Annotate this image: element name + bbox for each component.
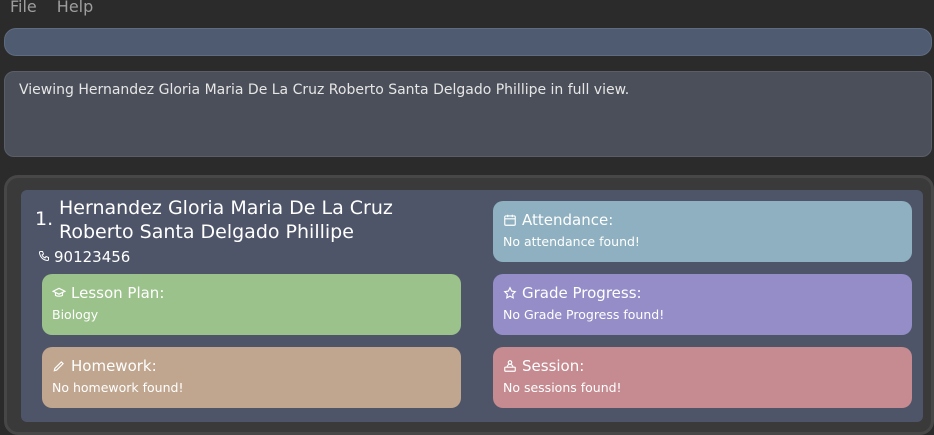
grade-progress-title: Grade Progress: bbox=[522, 284, 642, 302]
student-list-panel: 1. Hernandez Gloria Maria De La Cruz Rob… bbox=[4, 175, 934, 435]
lesson-plan-value: Biology bbox=[52, 307, 99, 322]
homework-tile: Homework: No homework found! bbox=[42, 347, 461, 408]
student-name: Hernandez Gloria Maria De La Cruz Robert… bbox=[59, 197, 393, 243]
phone-row: 90123456 bbox=[38, 248, 130, 266]
menu-bar: File Help bbox=[0, 0, 934, 18]
menu-file[interactable]: File bbox=[0, 0, 47, 16]
pencil-icon bbox=[52, 359, 66, 373]
phone-icon bbox=[38, 250, 50, 265]
menu-help[interactable]: Help bbox=[47, 0, 103, 16]
homework-value: No homework found! bbox=[52, 380, 184, 395]
attendance-title: Attendance: bbox=[522, 211, 614, 229]
result-text: Viewing Hernandez Gloria Maria De La Cru… bbox=[19, 82, 630, 98]
homework-title: Homework: bbox=[71, 357, 157, 375]
session-value: No sessions found! bbox=[503, 380, 622, 395]
attendance-value: No attendance found! bbox=[503, 234, 640, 249]
phone-number: 90123456 bbox=[54, 248, 131, 266]
grade-progress-value: No Grade Progress found! bbox=[503, 307, 665, 322]
calendar-icon bbox=[503, 213, 517, 227]
student-index: 1. bbox=[35, 208, 54, 230]
command-input[interactable] bbox=[4, 28, 932, 56]
student-card[interactable]: 1. Hernandez Gloria Maria De La Cruz Rob… bbox=[21, 190, 923, 422]
grade-progress-tile: Grade Progress: No Grade Progress found! bbox=[493, 274, 912, 335]
lesson-plan-title: Lesson Plan: bbox=[71, 284, 165, 302]
lesson-plan-tile: Lesson Plan: Biology bbox=[42, 274, 461, 335]
graduation-cap-icon bbox=[52, 286, 66, 300]
result-display: Viewing Hernandez Gloria Maria De La Cru… bbox=[4, 71, 932, 157]
session-tile: Session: No sessions found! bbox=[493, 347, 912, 408]
attendance-tile: Attendance: No attendance found! bbox=[493, 201, 912, 262]
session-title: Session: bbox=[522, 357, 585, 375]
person-at-desk-icon bbox=[503, 359, 517, 373]
star-icon bbox=[503, 286, 517, 300]
